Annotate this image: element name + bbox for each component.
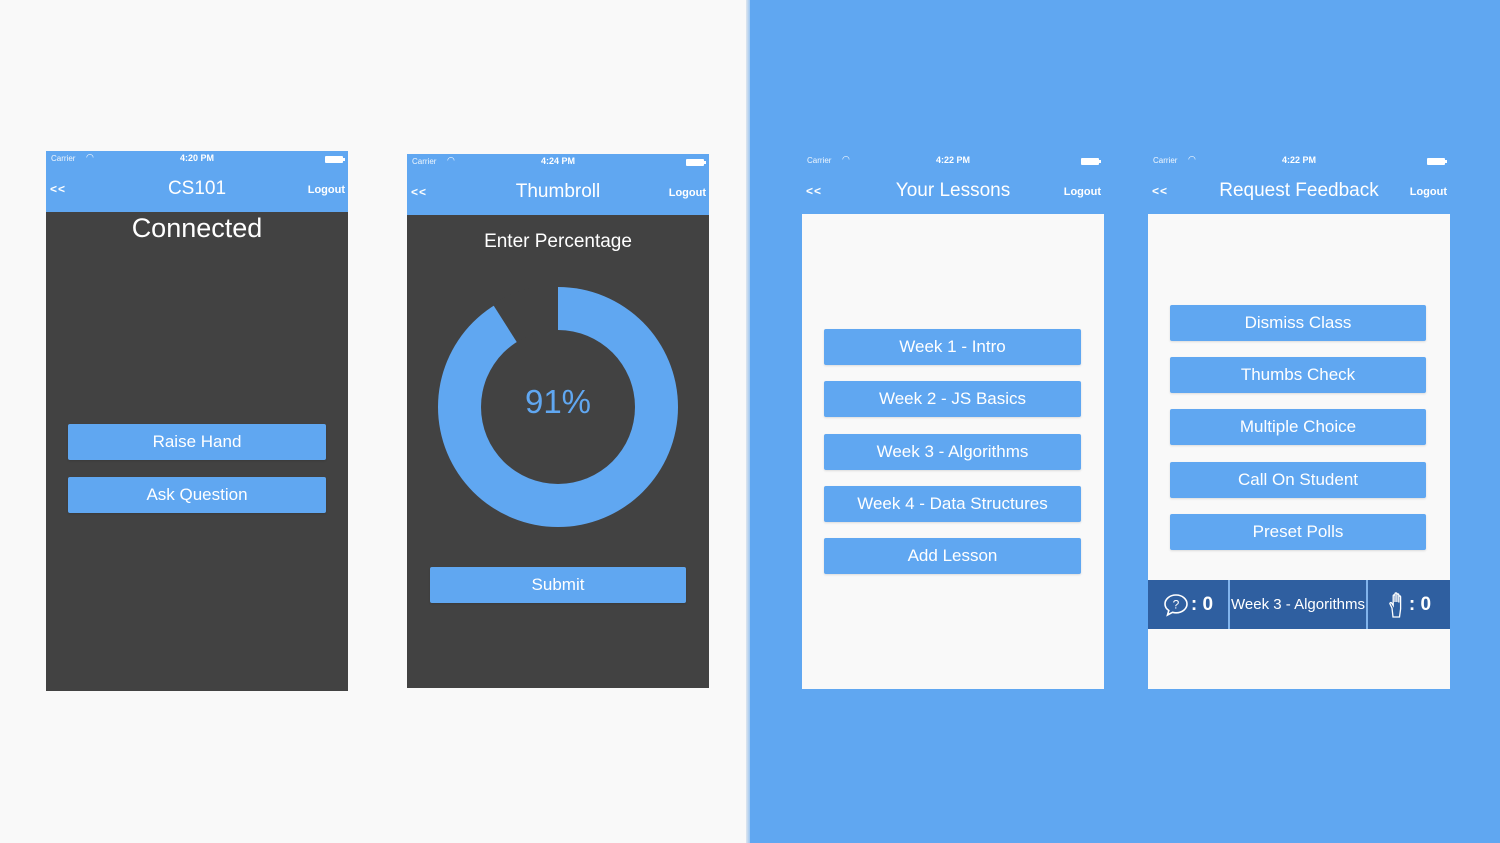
raise-hand-button[interactable]: Raise Hand [68,424,326,460]
status-bar: Carrier ◠ 4:22 PM [1148,153,1450,170]
percentage-value: 91% [524,383,592,420]
nav-title: CS101 [167,178,227,199]
status-time: 4:22 PM [1281,155,1316,165]
nav-title: Thumbroll [515,181,601,202]
add-lesson-button[interactable]: Add Lesson [824,538,1081,574]
call-on-student-button[interactable]: Call On Student [1170,462,1426,498]
phone-lessons: Carrier ◠ 4:22 PM << Your Lessons Logout… [802,153,1104,689]
status-bar: Carrier ◠ 4:22 PM [802,153,1104,170]
questions-counter[interactable]: ? : 0 [1148,580,1228,629]
phone-request-feedback: Carrier ◠ 4:22 PM << Request Feedback Lo… [1148,153,1450,689]
lesson-week-2-button[interactable]: Week 2 - JS Basics [824,381,1081,417]
raised-hand-icon [1389,591,1402,618]
battery-icon [686,159,706,166]
status-footer: ? : 0 Week 3 - Algorithms : 0 [1148,580,1450,629]
battery-icon [1081,158,1101,165]
panel-divider [746,0,750,843]
phone-thumbroll: Carrier ◠ 4:24 PM << Thumbroll Logout En… [407,154,709,688]
battery-icon [1427,158,1447,165]
enter-percentage-heading: Enter Percentage [484,231,632,252]
nav-title: Request Feedback [1219,180,1379,201]
current-lesson-cell: Week 3 - Algorithms [1230,580,1366,629]
status-time: 4:20 PM [179,153,214,163]
hands-count: : 0 [1408,593,1432,615]
battery-icon [325,156,345,163]
lesson-week-1-button[interactable]: Week 1 - Intro [824,329,1081,365]
nav-title: Your Lessons [895,180,1011,201]
dismiss-class-button[interactable]: Dismiss Class [1170,305,1426,341]
logout-button[interactable]: Logout [308,184,345,196]
nav-bar: << CS101 Logout [46,168,348,212]
submit-button[interactable]: Submit [430,567,686,603]
multiple-choice-button[interactable]: Multiple Choice [1170,409,1426,445]
svg-text:?: ? [1173,597,1180,611]
lesson-week-3-button[interactable]: Week 3 - Algorithms [824,434,1081,470]
current-lesson-label: Week 3 - Algorithms [1231,596,1365,613]
questions-count: : 0 [1190,593,1214,615]
logout-button[interactable]: Logout [1410,186,1447,198]
nav-bar: << Request Feedback Logout [1148,170,1450,214]
thumbs-check-button[interactable]: Thumbs Check [1170,357,1426,393]
nav-bar: << Thumbroll Logout [407,171,709,215]
question-bubble-icon: ? [1164,593,1188,617]
nav-bar: << Your Lessons Logout [802,170,1104,214]
status-time: 4:24 PM [540,156,575,166]
preset-polls-button[interactable]: Preset Polls [1170,514,1426,550]
phone-connected: Carrier ◠ 4:20 PM << CS101 Logout Connec… [46,151,348,691]
lesson-week-4-button[interactable]: Week 4 - Data Structures [824,486,1081,522]
hands-counter[interactable]: : 0 [1368,580,1450,629]
logout-button[interactable]: Logout [1064,186,1101,198]
status-bar: Carrier ◠ 4:20 PM [46,151,348,168]
ask-question-button[interactable]: Ask Question [68,477,326,513]
logout-button[interactable]: Logout [669,187,706,199]
status-bar: Carrier ◠ 4:24 PM [407,154,709,171]
status-time: 4:22 PM [935,155,970,165]
connected-heading: Connected [131,213,263,243]
